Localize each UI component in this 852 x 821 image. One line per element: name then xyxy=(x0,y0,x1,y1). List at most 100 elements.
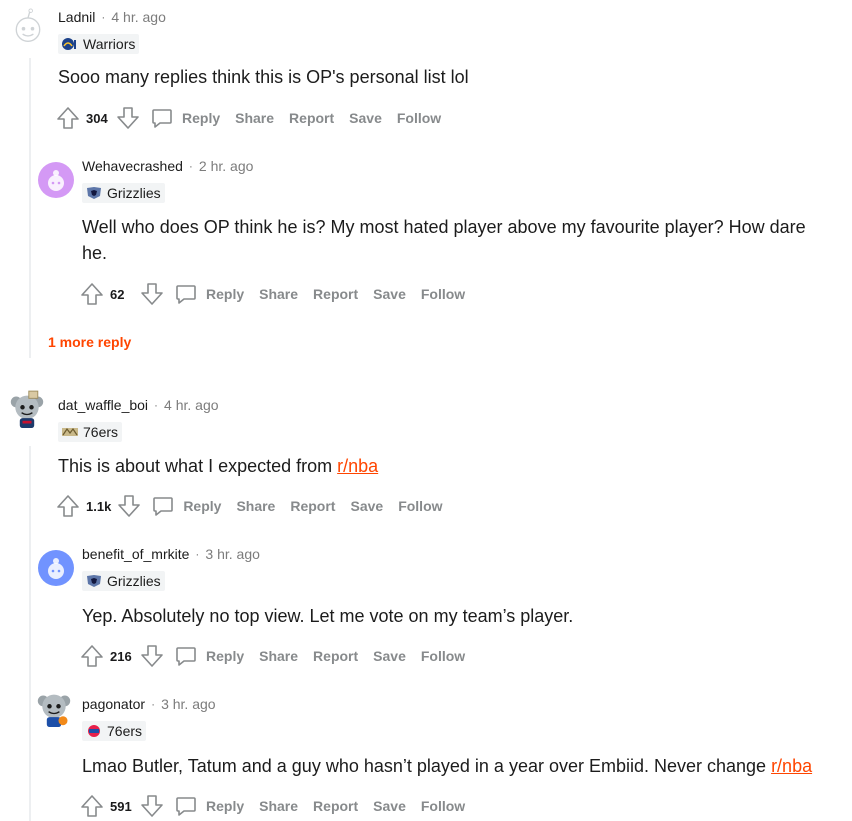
username[interactable]: dat_waffle_boi xyxy=(58,397,148,413)
report-button[interactable]: Report xyxy=(313,798,358,814)
reply-label: Reply xyxy=(182,110,221,126)
avatar[interactable] xyxy=(38,162,74,198)
comment-actions: 304 Reply Share Report Save Follow xyxy=(56,106,441,130)
avatar[interactable] xyxy=(38,550,74,586)
reply-label: Reply xyxy=(183,498,222,514)
share-button[interactable]: Share xyxy=(259,648,298,664)
share-button[interactable]: Share xyxy=(259,286,298,302)
grizzlies-flair-icon xyxy=(87,575,101,587)
username[interactable]: benefit_of_mrkite xyxy=(82,546,189,562)
upvote-icon[interactable] xyxy=(80,282,104,306)
reply-button[interactable]: Reply xyxy=(174,644,244,668)
comment-text: Lmao Butler, Tatum and a guy who hasn’t … xyxy=(82,756,772,776)
thread-line[interactable] xyxy=(29,58,31,358)
save-button[interactable]: Save xyxy=(373,648,406,664)
flair-label: 76ers xyxy=(83,424,119,440)
report-button[interactable]: Report xyxy=(313,648,358,664)
comment-body: Well who does OP think he is? My most ha… xyxy=(82,217,806,263)
comment-meta: Ladnil · 4 hr. ago xyxy=(58,9,166,25)
reply-button[interactable]: Reply xyxy=(174,282,244,306)
separator: · xyxy=(195,547,200,561)
follow-button[interactable]: Follow xyxy=(398,498,442,514)
share-button[interactable]: Share xyxy=(235,110,274,126)
upvote-icon[interactable] xyxy=(56,494,80,518)
downvote-icon[interactable] xyxy=(140,644,164,668)
timestamp[interactable]: 4 hr. ago xyxy=(164,397,219,413)
username[interactable]: pagonator xyxy=(82,696,145,712)
vote-group: 216 xyxy=(80,644,164,668)
upvote-icon[interactable] xyxy=(56,106,80,130)
comment-meta: Wehavecrashed · 2 hr. ago xyxy=(82,158,253,174)
report-button[interactable]: Report xyxy=(290,498,335,514)
flair-label: Grizzlies xyxy=(107,185,161,201)
user-flair: Grizzlies xyxy=(82,571,165,591)
vote-score: 62 xyxy=(110,286,125,302)
username[interactable]: Ladnil xyxy=(58,9,95,25)
flair-label: Grizzlies xyxy=(107,573,161,589)
share-button[interactable]: Share xyxy=(259,798,298,814)
separator: · xyxy=(151,697,156,711)
vote-score: 1.1k xyxy=(86,498,112,514)
comment-body: Yep. Absolutely no top view. Let me vote… xyxy=(82,606,574,626)
vote-score: 304 xyxy=(86,110,108,126)
share-button[interactable]: Share xyxy=(236,498,275,514)
timestamp[interactable]: 4 hr. ago xyxy=(111,9,166,25)
upvote-icon[interactable] xyxy=(80,794,104,818)
reply-button[interactable]: Reply xyxy=(174,794,244,818)
upvote-icon[interactable] xyxy=(80,644,104,668)
separator: · xyxy=(101,10,106,24)
snoo-avatar-icon xyxy=(10,390,44,428)
timestamp[interactable]: 3 hr. ago xyxy=(205,546,260,562)
follow-button[interactable]: Follow xyxy=(421,798,465,814)
comment-body: Sooo many replies think this is OP's per… xyxy=(58,67,469,87)
comment-bubble-icon xyxy=(176,647,196,666)
avatar[interactable] xyxy=(36,691,72,727)
save-button[interactable]: Save xyxy=(350,498,383,514)
downvote-icon[interactable] xyxy=(117,494,141,518)
comment-text: This is about what I expected from xyxy=(58,456,338,476)
follow-button[interactable]: Follow xyxy=(397,110,441,126)
save-button[interactable]: Save xyxy=(373,286,406,302)
downvote-icon[interactable] xyxy=(140,282,164,306)
save-button[interactable]: Save xyxy=(349,110,382,126)
comment-bubble-icon xyxy=(152,109,172,128)
vote-score: 591 xyxy=(110,798,132,814)
comment-actions: 591 Reply Share Report Save Follow xyxy=(80,794,465,818)
timestamp[interactable]: 3 hr. ago xyxy=(161,696,216,712)
save-button[interactable]: Save xyxy=(373,798,406,814)
comment-body: Lmao Butler, Tatum and a guy who hasn’t … xyxy=(82,753,812,779)
comment-meta: pagonator · 3 hr. ago xyxy=(82,696,216,712)
reply-button[interactable]: Reply xyxy=(151,494,221,518)
separator: · xyxy=(154,398,159,412)
timestamp[interactable]: 2 hr. ago xyxy=(199,158,254,174)
avatar[interactable] xyxy=(10,8,46,44)
snoo-avatar-icon xyxy=(15,8,41,42)
warriors-flair-icon xyxy=(62,38,76,50)
user-flair: Grizzlies xyxy=(82,183,165,203)
comment-meta: dat_waffle_boi · 4 hr. ago xyxy=(58,397,219,413)
avatar[interactable] xyxy=(9,390,45,428)
thread-line[interactable] xyxy=(29,446,31,821)
downvote-icon[interactable] xyxy=(116,106,140,130)
follow-button[interactable]: Follow xyxy=(421,648,465,664)
comment-actions: 216 Reply Share Report Save Follow xyxy=(80,644,465,668)
follow-button[interactable]: Follow xyxy=(421,286,465,302)
reply-button[interactable]: Reply xyxy=(150,106,220,130)
user-flair: 76ers xyxy=(82,721,147,741)
username[interactable]: Wehavecrashed xyxy=(82,158,183,174)
flair-label: Warriors xyxy=(83,36,136,52)
76ers-flair-icon xyxy=(88,725,100,737)
comment-bubble-icon xyxy=(176,797,196,816)
subreddit-link[interactable]: r/nba xyxy=(337,456,378,476)
report-button[interactable]: Report xyxy=(289,110,334,126)
vote-group: 304 xyxy=(56,106,140,130)
subreddit-link[interactable]: r/nba xyxy=(771,756,812,776)
separator: · xyxy=(188,159,193,173)
downvote-icon[interactable] xyxy=(140,794,164,818)
grizzlies-flair-icon xyxy=(87,187,101,199)
snoo-avatar-icon xyxy=(37,694,71,727)
more-replies-link[interactable]: 1 more reply xyxy=(48,334,131,350)
snoo-avatar-icon xyxy=(48,558,64,579)
vote-group: 591 xyxy=(80,794,164,818)
report-button[interactable]: Report xyxy=(313,286,358,302)
